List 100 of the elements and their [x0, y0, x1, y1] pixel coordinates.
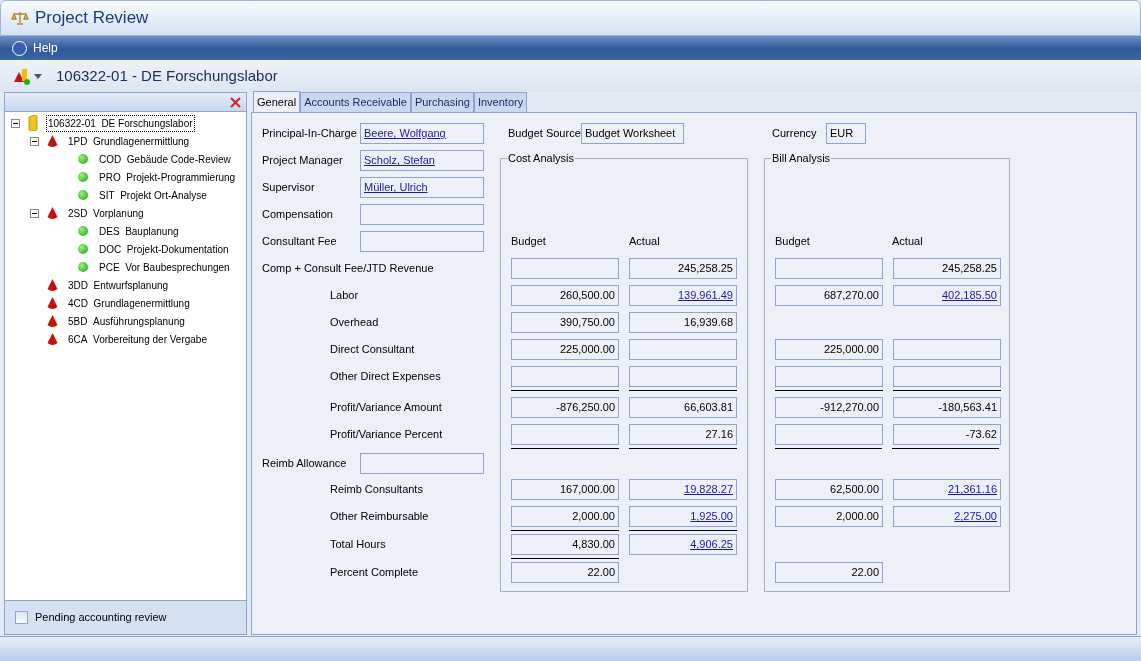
field-label: Consultant Fee	[262, 234, 338, 250]
amount-field[interactable]: -912,270.00	[775, 397, 883, 418]
tab[interactable]: General	[253, 91, 301, 112]
field-label: Budget Source	[507, 126, 581, 142]
name-field[interactable]	[360, 453, 484, 474]
field-label: Currency	[771, 126, 818, 142]
caret-icon	[34, 73, 42, 79]
amount-field[interactable]: 2,275.00	[893, 506, 1001, 527]
collapse-toggle[interactable]	[30, 208, 39, 218]
field-label: Total Hours	[330, 537, 386, 553]
amount-field[interactable]: 21,361.16	[893, 479, 1001, 500]
folder-icon	[28, 115, 38, 131]
amount-field[interactable]: 27.16	[629, 424, 737, 445]
amount-field[interactable]: -73.62	[893, 424, 1001, 445]
tab[interactable]: Accounts Receivable	[300, 92, 411, 112]
checkbox-label: Pending accounting review	[35, 610, 167, 626]
field-label: Compensation	[262, 207, 334, 223]
name-field[interactable]	[360, 231, 484, 252]
tree-item[interactable]: DES Bauplanung	[97, 222, 181, 240]
column-header: Actual	[629, 234, 660, 250]
collapse-toggle[interactable]	[30, 136, 39, 146]
amount-field[interactable]: 1,925.00	[629, 506, 737, 527]
group-title: Cost Analysis	[507, 151, 576, 165]
field-label: Other Reimbursable	[330, 509, 429, 525]
tab[interactable]: Inventory	[473, 92, 528, 112]
tree-item[interactable]: 1PD Grundlagenermittlung	[66, 132, 192, 150]
amount-field[interactable]: 139,961.49	[629, 285, 737, 306]
amount-field[interactable]: 2,000.00	[511, 506, 619, 527]
column-header: Budget	[511, 234, 546, 250]
currency-field[interactable]: EUR	[826, 123, 866, 144]
amount-field[interactable]: 402,185.50	[893, 285, 1001, 306]
project-menu[interactable]	[14, 67, 42, 85]
tree-item[interactable]: COD Gebäude Code-Review	[97, 150, 233, 168]
amount-field[interactable]: 167,000.00	[511, 479, 619, 500]
project-title: 106322-01 - DE Forschungslabor	[56, 65, 278, 86]
amount-field[interactable]: 66,603.81	[629, 397, 737, 418]
budget-source-field[interactable]: Budget Worksheet	[581, 123, 684, 144]
amount-field[interactable]: 225,000.00	[775, 339, 883, 360]
column-header: Actual	[892, 234, 923, 250]
amount-field[interactable]	[893, 339, 1001, 360]
help-menu[interactable]: Help	[12, 39, 58, 57]
amount-field[interactable]	[511, 258, 619, 279]
cone-icon	[47, 332, 58, 346]
amount-field[interactable]	[775, 366, 883, 387]
amount-field[interactable]: 4,906.25	[629, 534, 737, 555]
help-icon	[12, 40, 27, 56]
group-title: Bill Analysis	[771, 151, 832, 165]
amount-field[interactable]: 245,258.25	[629, 258, 737, 279]
amount-field[interactable]: 225,000.00	[511, 339, 619, 360]
amount-field[interactable]: 390,750.00	[511, 312, 619, 333]
cone-icon	[47, 314, 58, 328]
amount-field[interactable]	[775, 258, 883, 279]
cone-icon	[47, 278, 58, 292]
field-label: Project Manager	[262, 153, 344, 169]
tree-item[interactable]: PRO Projekt-Programmierung	[97, 168, 238, 186]
amount-field[interactable]: -876,250.00	[511, 397, 619, 418]
field-label: Overhead	[330, 315, 379, 331]
field-label: Profit/Variance Amount	[330, 400, 442, 416]
name-field[interactable]: Beere, Wolfgang	[360, 123, 484, 144]
tree-item[interactable]: PCE Vor Baubesprechungen	[97, 258, 232, 276]
tree-item[interactable]: 2SD Vorplanung	[66, 204, 146, 222]
amount-field[interactable]: 22.00	[775, 562, 883, 583]
amount-field[interactable]: 2,000.00	[775, 506, 883, 527]
amount-field[interactable]: 19,828.27	[629, 479, 737, 500]
amount-field[interactable]	[629, 339, 737, 360]
amount-field[interactable]: 16,939.68	[629, 312, 737, 333]
amount-field[interactable]: 62,500.00	[775, 479, 883, 500]
column-header: Budget	[775, 234, 810, 250]
collapse-toggle[interactable]	[11, 118, 20, 128]
amount-field[interactable]: 260,500.00	[511, 285, 619, 306]
scales-icon	[11, 11, 29, 25]
tree-item[interactable]: 6CA Vorbereitung der Vergabe	[66, 330, 209, 348]
cone-icon	[47, 296, 58, 310]
checkbox[interactable]	[15, 611, 28, 624]
amount-field[interactable]	[511, 424, 619, 445]
amount-field[interactable]	[775, 424, 883, 445]
tree-item[interactable]: SIT Projekt Ort-Analyse	[97, 186, 209, 204]
field-label: Reimb Consultants	[330, 482, 423, 498]
tree-item[interactable]: 4CD Grundlagenermittlung	[66, 294, 192, 312]
window-title: Project Review	[35, 7, 149, 30]
name-field[interactable]	[360, 204, 484, 225]
tree-item[interactable]: DOC Projekt-Dokumentation	[97, 240, 231, 258]
amount-field[interactable]: 4,830.00	[511, 534, 619, 555]
close-icon[interactable]	[230, 96, 241, 108]
field-label: Profit/Variance Percent	[330, 427, 443, 443]
tree-item[interactable]: 3DD Entwurfsplanung	[66, 276, 171, 294]
name-field[interactable]: Müller, Ulrich	[360, 177, 484, 198]
amount-field[interactable]	[629, 366, 737, 387]
amount-field[interactable]	[511, 366, 619, 387]
amount-field[interactable]: 22.00	[511, 562, 619, 583]
cone-icon	[47, 134, 58, 148]
tab[interactable]: Purchasing	[410, 92, 474, 112]
name-field[interactable]: Scholz, Stefan	[360, 150, 484, 171]
tree-item[interactable]: 5BD Ausführungsplanung	[66, 312, 187, 330]
amount-field[interactable]	[893, 366, 1001, 387]
tree-item[interactable]: 106322-01 DE Forschungslabor	[46, 114, 195, 132]
amount-field[interactable]: 687,270.00	[775, 285, 883, 306]
amount-field[interactable]: -180,563.41	[893, 397, 1001, 418]
amount-field[interactable]: 245,258.25	[893, 258, 1001, 279]
cone-icon	[47, 206, 58, 220]
